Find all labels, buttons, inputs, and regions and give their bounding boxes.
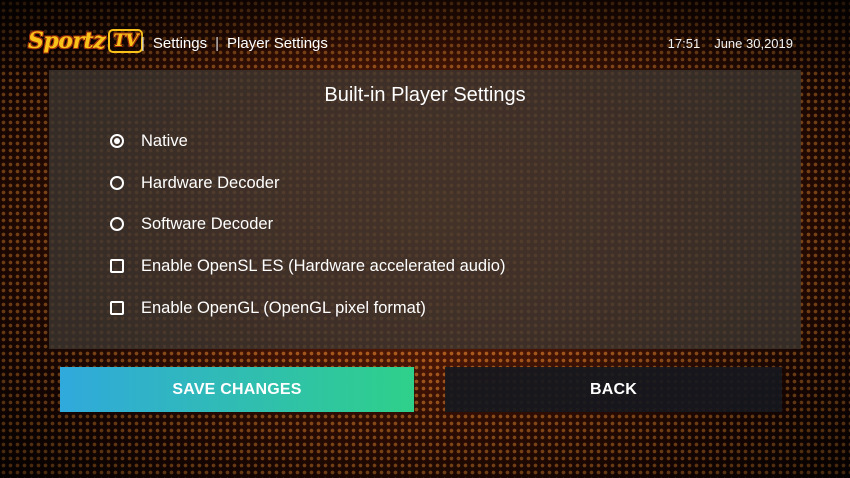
breadcrumb-item-player-settings: Player Settings (227, 35, 328, 52)
breadcrumb: | Settings | Player Settings (133, 35, 328, 52)
option-label: Enable OpenGL (OpenGL pixel format) (141, 298, 426, 317)
option-enable-opengl[interactable]: Enable OpenGL (OpenGL pixel format) (110, 296, 426, 320)
breadcrumb-separator: | (141, 35, 145, 52)
breadcrumb-item-settings[interactable]: Settings (153, 35, 207, 52)
radio-unselected-icon[interactable] (110, 217, 124, 231)
checkbox-unchecked-icon[interactable] (110, 259, 124, 273)
option-enable-opensl-es[interactable]: Enable OpenSL ES (Hardware accelerated a… (110, 254, 505, 278)
option-label: Native (141, 131, 188, 150)
breadcrumb-separator: | (215, 35, 220, 52)
radio-unselected-icon[interactable] (110, 176, 124, 190)
status-clock: 17:51 June 30,2019 (668, 36, 793, 51)
status-time: 17:51 (667, 36, 701, 51)
panel-title: Built-in Player Settings (324, 84, 526, 106)
option-label: Software Decoder (141, 214, 274, 233)
save-changes-button[interactable]: SAVE CHANGES (60, 367, 414, 412)
radio-selected-icon[interactable] (110, 134, 124, 148)
top-bar: Sportz TV | Settings | Player Settings 1… (0, 0, 850, 70)
status-date: June 30,2019 (714, 36, 793, 51)
option-hardware-decoder[interactable]: Hardware Decoder (110, 171, 279, 195)
checkbox-unchecked-icon[interactable] (110, 301, 124, 315)
option-native[interactable]: Native (110, 129, 188, 153)
logo-text: Sportz (28, 28, 106, 54)
option-software-decoder[interactable]: Software Decoder (110, 212, 273, 236)
option-label: Enable OpenSL ES (Hardware accelerated a… (141, 256, 506, 275)
option-label: Hardware Decoder (141, 173, 280, 192)
back-button[interactable]: BACK (445, 367, 782, 412)
app-logo: Sportz TV (28, 24, 144, 58)
